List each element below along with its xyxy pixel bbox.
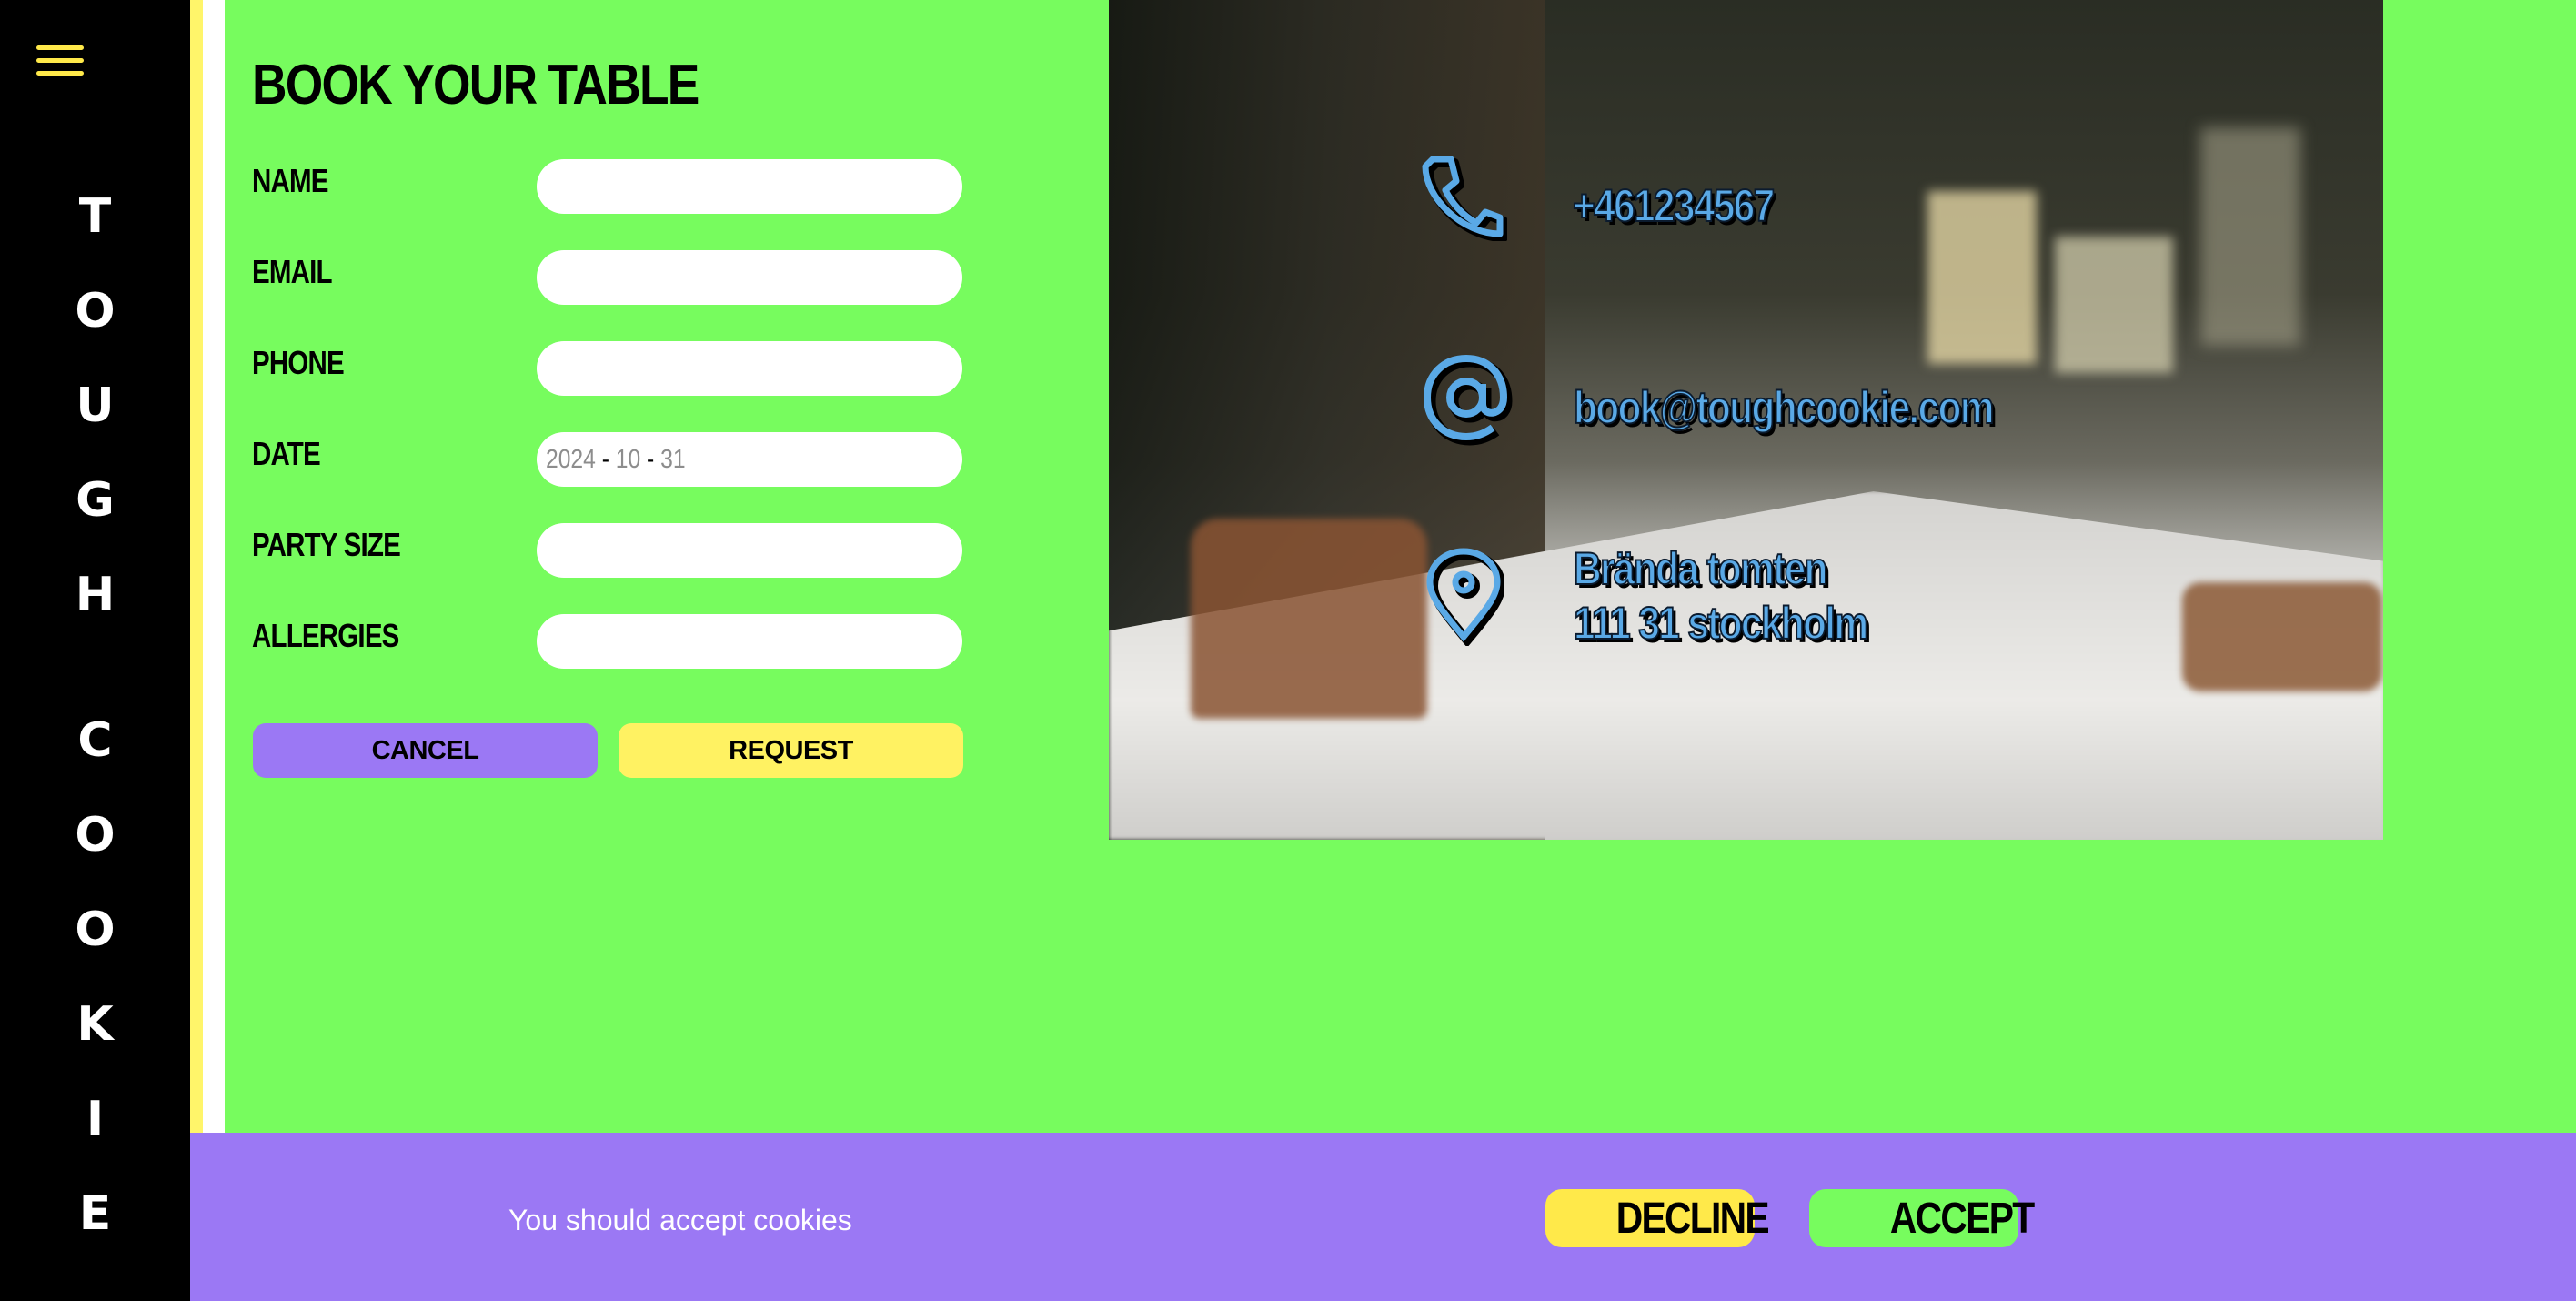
date-separator: - — [647, 445, 655, 474]
decline-label: DECLINE — [1616, 1194, 1770, 1243]
cookie-banner: You should accept cookies DECLINE ACCEPT — [190, 1133, 2576, 1301]
phone-icon — [1422, 156, 1507, 241]
contact-address[interactable]: Brända tomten 111 31 stockholm — [1573, 541, 1869, 650]
accept-button[interactable]: ACCEPT — [1809, 1189, 2035, 1247]
brand-letter: E — [78, 1186, 112, 1241]
name-field[interactable] — [537, 159, 962, 214]
address-line-1: Brända tomten — [1573, 542, 1828, 595]
brand-letter: G — [75, 473, 115, 528]
phone-label: PHONE — [252, 344, 345, 381]
date-day: 31 — [660, 445, 686, 474]
cookie-message: You should accept cookies — [508, 1204, 852, 1236]
brand-letter: U — [75, 378, 115, 433]
decline-button[interactable]: DECLINE — [1545, 1189, 1770, 1247]
email-label: EMAIL — [252, 253, 333, 290]
allergies-field[interactable] — [537, 614, 962, 669]
sidebar-stripe-yellow — [190, 0, 203, 1133]
date-year: 2024 — [546, 445, 596, 474]
date-separator: - — [601, 445, 609, 474]
name-label: NAME — [252, 162, 328, 199]
brand-letter: K — [76, 997, 114, 1052]
map-pin-icon — [1426, 548, 1504, 646]
address-line-2: 111 31 stockholm — [1573, 597, 1869, 650]
brand-letter: O — [75, 808, 116, 862]
restaurant-photo: +461234567 book@toughcookie.com Brända t… — [1109, 0, 2383, 840]
party-size-field[interactable] — [537, 523, 962, 578]
at-sign-icon — [1423, 354, 1513, 446]
brand-letter: H — [75, 568, 116, 622]
cancel-button[interactable]: CANCEL — [253, 723, 598, 778]
brand-letter: O — [75, 903, 116, 957]
date-value[interactable]: 2024 - 10 - 31 — [546, 445, 686, 475]
phone-field[interactable] — [537, 341, 962, 396]
email-field[interactable] — [537, 250, 962, 305]
allergies-label: ALLERGIES — [252, 617, 399, 654]
date-label: DATE — [252, 435, 321, 472]
contact-email[interactable]: book@toughcookie.com — [1573, 380, 1995, 435]
form-title: BOOK YOUR TABLE — [252, 54, 699, 116]
sidebar: T O U G H C O O K I E — [0, 0, 190, 1301]
brand-letter: C — [77, 713, 113, 768]
contact-phone[interactable]: +461234567 — [1572, 178, 1776, 233]
date-month: 10 — [615, 445, 641, 474]
accept-label: ACCEPT — [1889, 1194, 2035, 1243]
brand-letter: O — [75, 284, 116, 338]
sidebar-stripe-white — [203, 0, 225, 1133]
hamburger-menu-icon[interactable] — [36, 45, 84, 78]
party-size-label: PARTY SIZE — [252, 526, 401, 563]
brand-letter: T — [78, 189, 112, 244]
brand-letter: I — [86, 1092, 105, 1146]
request-button[interactable]: REQUEST — [619, 723, 963, 778]
